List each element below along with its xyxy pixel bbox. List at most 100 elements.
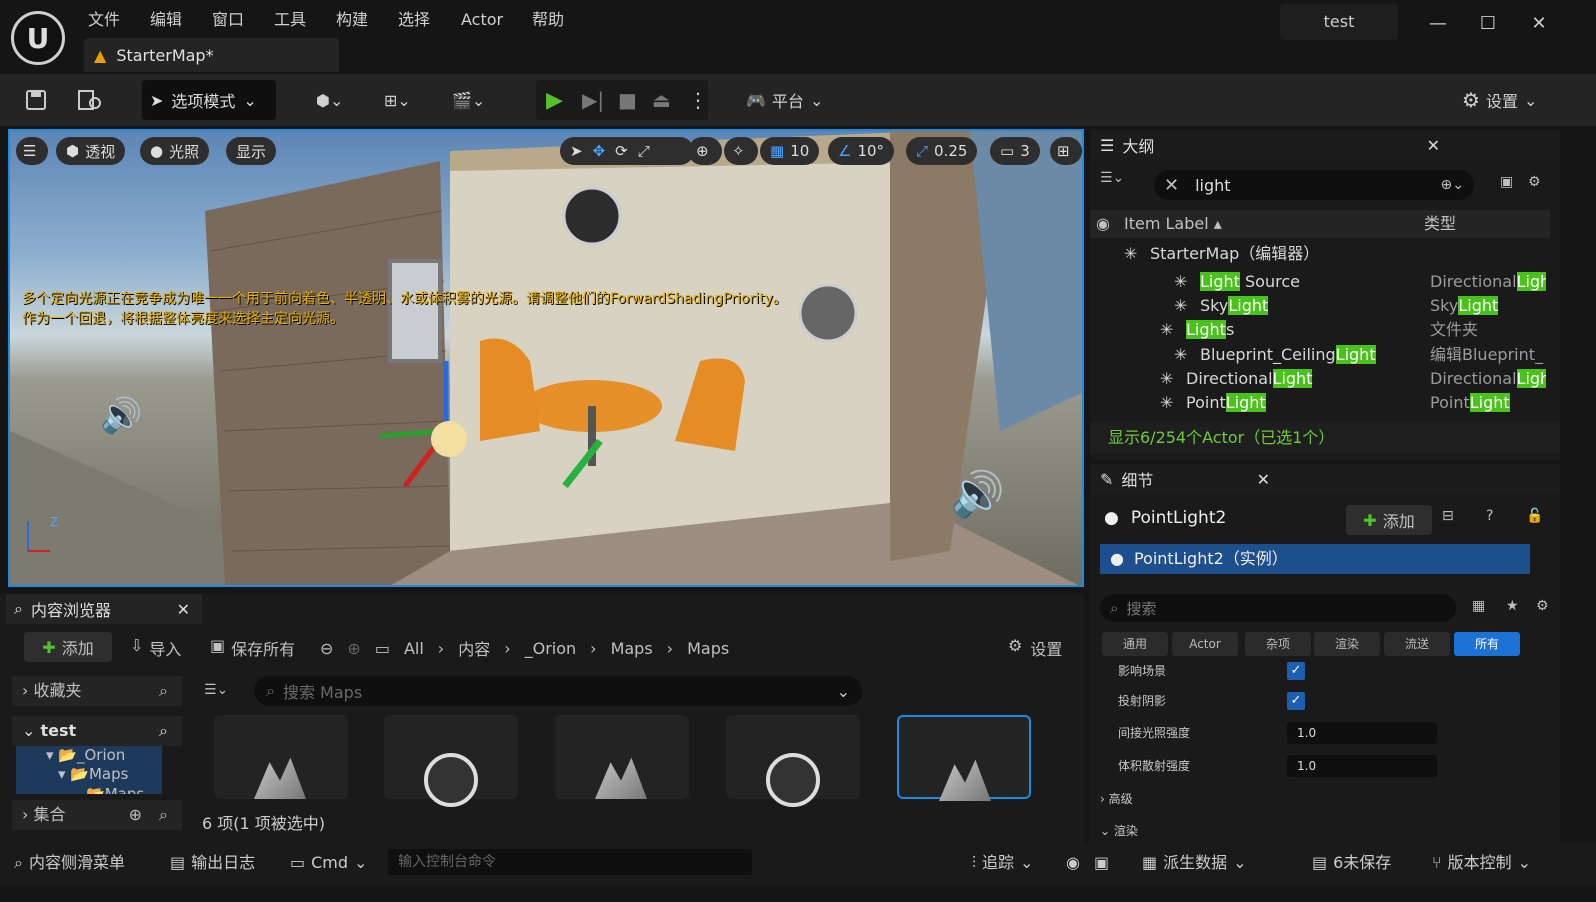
outliner-row[interactable]: ✳ StarterMap（编辑器） — [1090, 242, 1546, 266]
surface-snap-icon[interactable]: ✧ — [724, 137, 758, 165]
trace-button[interactable]: ⫶ 追踪 ⌄ — [972, 850, 1033, 876]
perspective-button[interactable]: ⬢ 透视 — [56, 137, 126, 165]
filter-tab-general[interactable]: 通用 — [1102, 632, 1168, 656]
section-rendering[interactable]: ⌄ 渲染 — [1100, 820, 1138, 842]
record-icon[interactable]: ◉ — [1066, 850, 1080, 876]
unsaved-button[interactable]: ▤ 6未保存 — [1312, 850, 1391, 876]
tree-item-orion[interactable]: ▾ 📂_Orion — [16, 746, 162, 764]
filter-tab-all[interactable]: 所有 — [1454, 632, 1520, 656]
forward-icon[interactable]: ⊕ — [347, 639, 360, 658]
crumb-all[interactable]: All — [404, 639, 424, 658]
gear-icon[interactable]: ⚙ — [1528, 174, 1541, 190]
close-icon[interactable]: ✕ — [1257, 470, 1270, 489]
angle-snap-button[interactable]: ∠ 10° — [828, 137, 895, 165]
close-button[interactable]: ✕ — [1521, 8, 1557, 40]
viewport-menu-icon[interactable]: ☰ — [16, 137, 48, 165]
back-icon[interactable]: ⊖ — [320, 639, 333, 658]
step-icon[interactable]: ▶| — [576, 82, 610, 118]
world-local-icon[interactable]: ⊕ — [688, 137, 722, 165]
scale-snap-button[interactable]: ⤢ 0.25 — [906, 137, 978, 165]
output-log-button[interactable]: ▤ 输出日志 — [170, 850, 255, 876]
filter-tab-actor[interactable]: Actor — [1172, 632, 1238, 656]
affects-world-checkbox[interactable]: ✓ — [1287, 662, 1305, 680]
clear-search-icon[interactable]: ✕ — [1164, 175, 1179, 196]
platforms-button[interactable]: 🎮 平台 ⌄ — [740, 82, 829, 118]
asset-tile-selected[interactable] — [897, 715, 1031, 801]
scale-icon[interactable]: ⤢ — [638, 142, 650, 160]
cinematics-icon[interactable]: 🎬⌄ — [446, 82, 491, 118]
menu-file[interactable]: 文件 — [84, 8, 124, 32]
move-icon[interactable]: ✥ — [593, 142, 606, 160]
add-component-button[interactable]: ✚ 添加 — [1346, 505, 1432, 535]
grid-snap-button[interactable]: ▦ 10 — [760, 137, 820, 165]
outliner-search[interactable]: ✕ light ⊕⌄ — [1154, 170, 1474, 200]
asset-tile[interactable] — [555, 715, 689, 799]
selection-mode-dropdown[interactable]: ➤ 选项模式 ⌄ — [142, 80, 276, 120]
search-icon[interactable]: ⌕ — [159, 676, 168, 706]
filter-icon[interactable]: ☰⌄ — [204, 682, 228, 698]
column-item-label[interactable]: Item Label ▴ — [1124, 210, 1222, 238]
screenshot-icon[interactable]: ▣ — [1094, 850, 1109, 876]
eject-icon[interactable]: ⏏ — [646, 82, 677, 118]
filter-tab-streaming[interactable]: 流送 — [1384, 632, 1450, 656]
show-button[interactable]: 显示 — [226, 137, 277, 165]
section-advanced[interactable]: › 高级 — [1100, 788, 1133, 810]
maximize-button[interactable]: ☐ — [1470, 8, 1506, 40]
star-icon[interactable]: ★ — [1506, 598, 1519, 614]
outliner-row[interactable]: ✳ Blueprint_CeilingLight 编辑Blueprint_ — [1090, 343, 1546, 367]
blueprint-icon[interactable]: ⊞⌄ — [378, 82, 417, 118]
collections-header[interactable]: › 集合 ⊕ ⌕ — [12, 800, 182, 830]
menu-edit[interactable]: 编辑 — [146, 8, 186, 32]
asset-tile[interactable] — [726, 715, 860, 807]
content-browser-tab[interactable]: ⌕ 内容浏览器 ✕ — [6, 594, 202, 624]
console-input[interactable]: 输入控制台命令 — [388, 849, 752, 875]
tree-item-maps[interactable]: ▾ 📂Maps — [16, 764, 162, 784]
menu-build[interactable]: 构建 — [332, 8, 372, 32]
camera-speed-button[interactable]: ▭ 3 — [990, 137, 1040, 165]
more-options-icon[interactable]: ⋮ — [682, 82, 714, 118]
add-button[interactable]: ✚ 添加 — [24, 632, 112, 662]
new-folder-icon[interactable]: ▣ — [1500, 174, 1513, 190]
settings-button[interactable]: ⚙ 设置 ⌄ — [1456, 82, 1543, 118]
stop-icon[interactable]: ■ — [612, 82, 643, 118]
play-icon[interactable]: ▶ — [540, 82, 569, 118]
instance-row[interactable]: ● PointLight2（实例） — [1100, 544, 1530, 574]
lit-mode-button[interactable]: ● 光照 — [140, 137, 210, 165]
indirect-intensity-input[interactable]: 1.0 — [1287, 722, 1437, 744]
visibility-eye-icon[interactable]: ◉ — [1096, 210, 1110, 238]
content-drawer-button[interactable]: ⌕ 内容侧滑菜单 — [14, 850, 125, 876]
cmd-dropdown[interactable]: ▭ Cmd ⌄ — [290, 850, 367, 876]
select-cursor-icon[interactable]: ➤ — [570, 142, 583, 160]
menu-select[interactable]: 选择 — [394, 8, 434, 32]
column-type[interactable]: 类型 — [1424, 210, 1456, 238]
outliner-row[interactable]: ✳ PointLight PointLight — [1090, 391, 1546, 415]
layout-icon[interactable]: ⊞ — [1050, 137, 1082, 165]
asset-tile[interactable] — [384, 715, 518, 807]
outliner-row[interactable]: ✳ DirectionalLight DirectionalLigh — [1090, 367, 1546, 391]
transform-tools[interactable]: ➤ ✥ ⟳ ⤢ — [560, 137, 694, 165]
menu-help[interactable]: 帮助 — [528, 8, 568, 32]
minimize-button[interactable]: — — [1420, 8, 1456, 40]
source-control-button[interactable]: ⑂ 版本控制 ⌄ — [1432, 850, 1531, 876]
menu-window[interactable]: 窗口 — [208, 8, 248, 32]
filter-icon[interactable]: ☰⌄ — [1100, 170, 1124, 186]
add-filter-icon[interactable]: ⊕⌄ — [1441, 177, 1464, 193]
close-icon[interactable]: ✕ — [177, 600, 190, 619]
import-button[interactable]: ⇩ 导入 — [130, 636, 181, 660]
favorites-header[interactable]: › 收藏夹 ⌕ — [12, 676, 182, 706]
search-icon[interactable]: ⌕ — [159, 716, 168, 746]
filter-tab-misc[interactable]: 杂项 — [1245, 632, 1311, 656]
crumb-maps-sub[interactable]: Maps — [687, 639, 729, 658]
volumetric-scatter-input[interactable]: 1.0 — [1287, 755, 1437, 777]
asset-search[interactable]: ⌕ 搜索 Maps ⌄ — [254, 676, 862, 706]
filter-tab-rendering[interactable]: 渲染 — [1314, 632, 1380, 656]
details-search[interactable]: ⌕ 搜索 — [1100, 594, 1456, 622]
crumb-orion[interactable]: _Orion — [525, 639, 577, 658]
tree-item-maps-sub[interactable]: 📂Maps — [16, 784, 162, 794]
unreal-logo-icon[interactable]: U — [11, 11, 65, 65]
menu-tools[interactable]: 工具 — [270, 8, 310, 32]
save-icon[interactable] — [18, 82, 54, 118]
add-actor-icon[interactable]: ⬢⌄ — [310, 82, 349, 118]
outliner-row[interactable]: ✳ SkyLight SkyLight — [1090, 294, 1546, 318]
save-all-button[interactable]: ▣ 保存所有 — [210, 636, 295, 660]
